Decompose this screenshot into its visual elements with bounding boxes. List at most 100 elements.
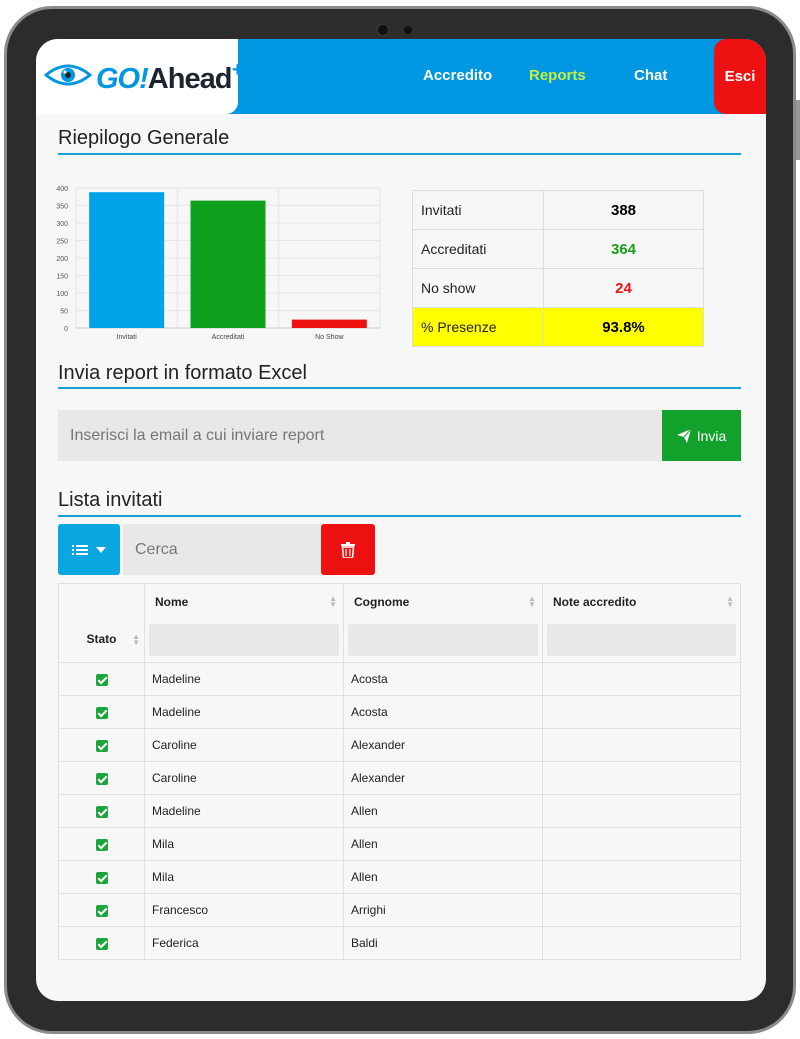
search-input[interactable] <box>123 524 321 575</box>
stat-label: Accreditati <box>412 229 544 269</box>
guests-table: Stato ▲ ▼ Nome ▲ ▼ Cognome ▲ ▼ Note accredi… <box>58 583 741 960</box>
check-icon[interactable] <box>95 739 108 752</box>
table-row[interactable]: Caroline Alexander <box>58 728 741 762</box>
nome-cell: Madeline <box>144 794 344 828</box>
check-icon[interactable] <box>95 871 108 884</box>
note-cell <box>542 761 741 795</box>
section-divider <box>58 515 741 517</box>
note-cell <box>542 695 741 729</box>
stat-row-presenze: % Presenze 93.8% <box>412 307 704 347</box>
column-header-stato[interactable]: Stato ▲ ▼ <box>58 583 145 663</box>
column-label: Cognome <box>354 595 410 609</box>
stat-row-no-show: No show 24 <box>412 268 704 308</box>
check-icon[interactable] <box>95 937 108 950</box>
filter-input-nome[interactable] <box>149 624 339 656</box>
cognome-cell: Acosta <box>343 695 543 729</box>
table-row[interactable]: Caroline Alexander <box>58 761 741 795</box>
summary-title: Riepilogo Generale <box>58 127 230 149</box>
logo-text: GO!Ahead+ <box>96 59 243 96</box>
email-report-form: Invia <box>58 410 741 461</box>
stat-label: % Presenze <box>412 307 544 347</box>
y-tick-label: 50 <box>60 309 68 316</box>
cognome-cell: Allen <box>343 827 543 861</box>
y-tick-label: 150 <box>56 274 68 281</box>
table-row[interactable]: Madeline Acosta <box>58 662 741 696</box>
check-icon[interactable] <box>95 805 108 818</box>
send-report-button[interactable]: Invia <box>662 410 741 461</box>
table-row[interactable]: Mila Allen <box>58 860 741 894</box>
clear-search-button[interactable] <box>321 524 375 575</box>
trash-icon <box>341 541 355 558</box>
cognome-cell: Alexander <box>343 728 543 762</box>
stat-value: 24 <box>543 268 704 308</box>
logout-button[interactable]: Esci <box>714 39 766 114</box>
guests-toolbar <box>58 524 378 575</box>
guests-title: Lista invitati <box>58 489 163 511</box>
table-row[interactable]: Madeline Acosta <box>58 695 741 729</box>
x-tick-label: Invitati <box>117 334 138 341</box>
sensor-icon <box>404 26 412 34</box>
y-tick-label: 0 <box>64 326 68 333</box>
stato-cell <box>58 794 145 828</box>
bar-accreditati <box>190 200 266 328</box>
check-icon[interactable] <box>95 838 108 851</box>
logo-ahead: Ahead <box>147 63 233 95</box>
nome-cell: Madeline <box>144 695 344 729</box>
column-label: Note accredito <box>553 595 637 609</box>
nome-cell: Federica <box>144 926 344 960</box>
stat-label: Invitati <box>412 190 544 230</box>
filter-input-cognome[interactable] <box>348 624 538 656</box>
email-input[interactable] <box>58 410 662 461</box>
cognome-cell: Allen <box>343 860 543 894</box>
nav-link-chat[interactable]: Chat <box>634 67 667 84</box>
column-header-nome[interactable]: Nome ▲ ▼ <box>144 583 344 663</box>
cognome-cell: Arrighi <box>343 893 543 927</box>
nome-cell: Madeline <box>144 662 344 696</box>
sort-icon: ▲ ▼ <box>726 594 734 609</box>
bar-invitati <box>89 192 165 328</box>
filter-input-note[interactable] <box>547 624 736 656</box>
nav-link-reports[interactable]: Reports <box>529 67 586 84</box>
check-icon[interactable] <box>95 772 108 785</box>
check-icon[interactable] <box>95 904 108 917</box>
note-cell <box>542 860 741 894</box>
table-row[interactable]: Mila Allen <box>58 827 741 861</box>
table-row[interactable]: Madeline Allen <box>58 794 741 828</box>
cognome-cell: Acosta <box>343 662 543 696</box>
logo[interactable]: GO!Ahead+ <box>36 39 243 114</box>
logo-go: GO! <box>96 63 149 95</box>
nome-cell: Caroline <box>144 728 344 762</box>
column-header-cognome[interactable]: Cognome ▲ ▼ <box>343 583 543 663</box>
check-icon[interactable] <box>95 673 108 686</box>
y-tick-label: 350 <box>56 204 68 211</box>
y-tick-label: 400 <box>56 186 68 193</box>
table-row[interactable]: Federica Baldi <box>58 926 741 960</box>
guests-table-body: Madeline Acosta Madeline Acosta Caroline Alex… <box>58 662 741 960</box>
table-header-row: Stato ▲ ▼ Nome ▲ ▼ Cognome ▲ ▼ Note accredi… <box>58 583 741 663</box>
x-tick-label: No Show <box>315 334 344 341</box>
cognome-cell: Allen <box>343 794 543 828</box>
x-tick-label: Accreditati <box>212 334 245 341</box>
section-divider <box>58 387 741 389</box>
sort-icon: ▲ ▼ <box>528 594 536 609</box>
column-header-note[interactable]: Note accredito ▲ ▼ <box>542 583 741 663</box>
summary-stats-table: Invitati 388 Accreditati 364 No show 24 … <box>412 190 704 347</box>
stat-value: 388 <box>543 190 704 230</box>
note-cell <box>542 827 741 861</box>
note-cell <box>542 794 741 828</box>
cognome-cell: Baldi <box>343 926 543 960</box>
summary-bar-chart: 0 50 100 150 200 250 300 350 400 Invitati Accredit… <box>56 186 381 341</box>
nome-cell: Mila <box>144 827 344 861</box>
stato-cell <box>58 761 145 795</box>
sort-icon: ▲ ▼ <box>132 632 140 647</box>
check-icon[interactable] <box>95 706 108 719</box>
nav-link-accredito[interactable]: Accredito <box>423 67 492 84</box>
columns-menu-button[interactable] <box>58 524 120 575</box>
note-cell <box>542 662 741 696</box>
app-screen: GO!Ahead+ Accredito Reports Chat Esci Ri… <box>36 39 766 1001</box>
stato-cell <box>58 926 145 960</box>
cognome-cell: Alexander <box>343 761 543 795</box>
table-row[interactable]: Francesco Arrighi <box>58 893 741 927</box>
nome-cell: Francesco <box>144 893 344 927</box>
list-icon <box>72 544 88 555</box>
